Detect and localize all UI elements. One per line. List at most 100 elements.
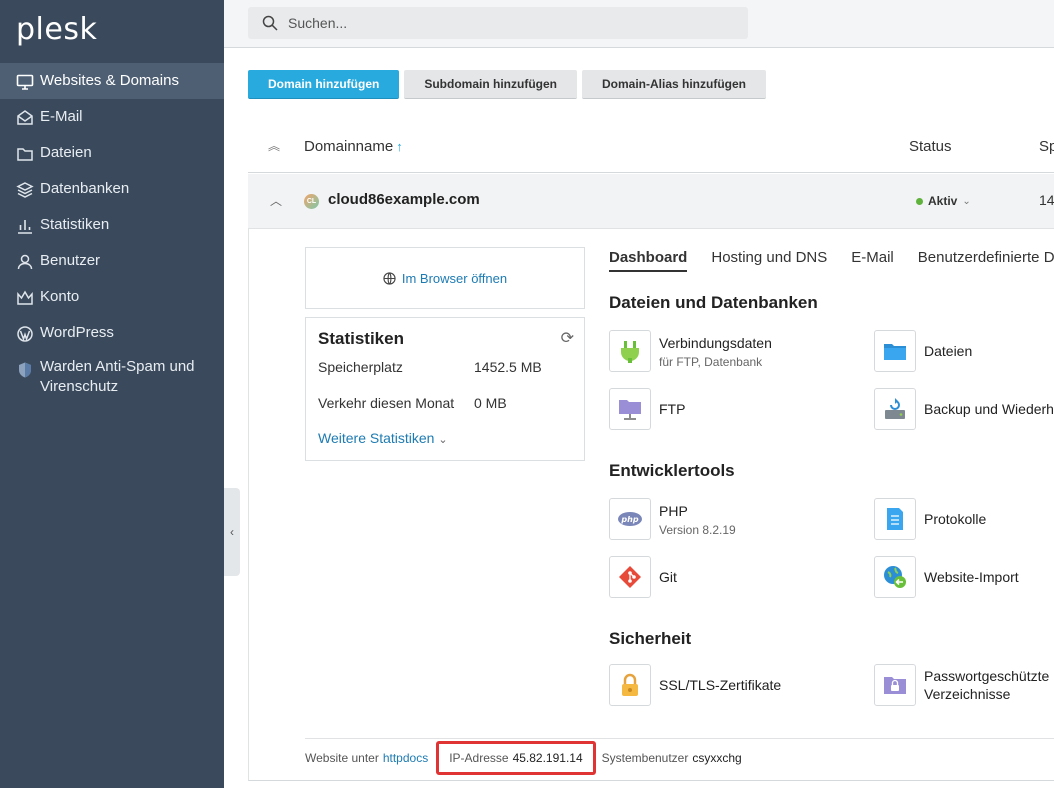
domain-info-footer: Website unter httpdocs IP-Adresse 45.82.1…: [305, 738, 1054, 776]
sidebar-item-websites-domains[interactable]: Websites & Domains: [0, 63, 224, 99]
section-security: Sicherheit: [609, 629, 692, 648]
tab-dashboard[interactable]: Dashboard: [609, 249, 688, 272]
wordpress-icon: [16, 325, 34, 343]
ip-address-highlight: IP-Adresse 45.82.191.14: [436, 740, 596, 775]
domain-status-dropdown[interactable]: Aktiv ⌄: [916, 194, 971, 208]
search-box[interactable]: [248, 7, 748, 39]
tool-website-import[interactable]: Website-Import: [874, 556, 1019, 598]
tab-hosting-dns[interactable]: Hosting und DNS: [711, 249, 827, 272]
svg-text:php: php: [620, 515, 638, 524]
git-icon: [609, 556, 651, 598]
sidebar-item-files[interactable]: Dateien: [0, 135, 224, 171]
user-icon: [16, 253, 34, 271]
domain-name[interactable]: cloud86example.com: [328, 191, 480, 208]
traffic-label: Verkehr diesen Monat: [318, 395, 455, 411]
backup-icon: [874, 388, 916, 430]
column-domain-name[interactable]: Domainname ↑: [304, 138, 403, 155]
search-input[interactable]: [288, 15, 728, 31]
chevron-down-icon: ⌄: [438, 434, 448, 446]
ip-address-label: IP-Adresse: [449, 750, 509, 765]
top-bar: [224, 0, 1054, 48]
lock-icon: [609, 664, 651, 706]
tool-password-protected-dirs[interactable]: Passwortgeschützte Verzeichnisse: [874, 664, 1049, 706]
domain-actions-toolbar: Domain hinzufügen Subdomain hinzufügen D…: [248, 70, 766, 99]
collapse-row-icon[interactable]: ︿: [270, 192, 282, 209]
plesk-logo[interactable]: plesk: [16, 12, 97, 47]
chevron-down-icon: ⌄: [962, 195, 971, 207]
refresh-icon[interactable]: ⟳: [561, 328, 574, 348]
sidebar: plesk Websites & Domains E-Mail Dateien …: [0, 0, 224, 788]
sidebar-item-warden[interactable]: Warden Anti-Spam und Virenschutz: [0, 351, 224, 399]
tab-email[interactable]: E-Mail: [851, 249, 894, 272]
add-domain-button[interactable]: Domain hinzufügen: [248, 70, 400, 99]
php-icon: php: [609, 498, 651, 540]
open-in-browser-button[interactable]: Im Browser öffnen: [305, 247, 585, 309]
tool-files[interactable]: Dateien: [874, 330, 972, 372]
chevron-left-icon: ‹: [230, 525, 234, 539]
sidebar-item-databases[interactable]: Datenbanken: [0, 171, 224, 207]
sidebar-item-label: Websites & Domains: [40, 72, 179, 89]
main-content: Domain hinzufügen Subdomain hinzufügen D…: [248, 48, 1054, 788]
statistics-title: Statistiken: [318, 329, 404, 348]
tool-ssl-certificates[interactable]: SSL/TLS-Zertifikate: [609, 664, 781, 706]
sidebar-nav: Websites & Domains E-Mail Dateien Datenb…: [0, 63, 224, 399]
domain-avatar: CL: [304, 194, 319, 209]
globe-import-icon: [874, 556, 916, 598]
domain-storage-value: 14: [1039, 192, 1054, 208]
document-icon: [874, 498, 916, 540]
sidebar-item-label: Konto: [40, 288, 80, 305]
column-storage[interactable]: Sp: [1039, 138, 1054, 155]
sidebar-item-statistics[interactable]: Statistiken: [0, 207, 224, 243]
sidebar-item-label: Dateien: [40, 144, 92, 161]
tool-backup[interactable]: Backup und Wiederh: [874, 388, 1054, 430]
section-developer-tools: Entwicklertools: [609, 461, 735, 480]
ftp-folder-icon: [609, 388, 651, 430]
sidebar-item-label: Warden Anti-Spam und Virenschutz: [40, 358, 195, 395]
globe-icon: [383, 271, 396, 285]
tab-custom[interactable]: Benutzerdefinierte Di: [918, 249, 1054, 272]
tool-logs[interactable]: Protokolle: [874, 498, 986, 540]
database-icon: [16, 181, 34, 199]
section-files-databases: Dateien und Datenbanken: [609, 293, 818, 312]
disk-space-value: 1452.5 MB: [474, 359, 542, 375]
statistics-card: Statistiken ⟳ Speicherplatz 1452.5 MB Ve…: [305, 317, 585, 461]
traffic-value: 0 MB: [474, 395, 507, 411]
sidebar-item-wordpress[interactable]: WordPress: [0, 315, 224, 351]
disk-space-label: Speicherplatz: [318, 359, 403, 375]
bar-chart-icon: [16, 217, 34, 235]
locked-folder-icon: [874, 664, 916, 706]
status-active-dot: [916, 197, 923, 205]
sidebar-item-label: Benutzer: [40, 252, 101, 269]
add-domain-alias-button[interactable]: Domain-Alias hinzufügen: [581, 70, 766, 99]
plug-icon: [609, 330, 651, 372]
website-location-label: Website unter: [305, 750, 379, 765]
system-user-label: Systembenutzer: [601, 750, 689, 765]
sidebar-item-email[interactable]: E-Mail: [0, 99, 224, 135]
add-subdomain-button[interactable]: Subdomain hinzufügen: [404, 70, 577, 99]
sidebar-item-account[interactable]: Konto: [0, 279, 224, 315]
domain-detail-panel: Im Browser öffnen Statistiken ⟳ Speicher…: [248, 229, 1054, 781]
domain-tabs: Dashboard Hosting und DNS E-Mail Benutze…: [609, 249, 1054, 272]
system-user-value: csyxxchg: [692, 750, 742, 765]
tool-ftp[interactable]: FTP: [609, 388, 685, 430]
sidebar-item-users[interactable]: Benutzer: [0, 243, 224, 279]
tool-connection-info[interactable]: Verbindungsdaten für FTP, Datenbank: [609, 330, 772, 372]
column-status[interactable]: Status: [909, 138, 952, 155]
crown-icon: [16, 289, 34, 307]
sidebar-item-label: WordPress: [40, 324, 114, 341]
domain-row[interactable]: ︿ CL cloud86example.com Aktiv ⌄ 14: [248, 174, 1054, 229]
tool-git[interactable]: Git: [609, 556, 677, 598]
httpdocs-link[interactable]: httpdocs: [383, 751, 428, 765]
tool-php[interactable]: php PHP Version 8.2.19: [609, 498, 736, 540]
sidebar-item-label: Statistiken: [40, 216, 110, 233]
folder-icon: [874, 330, 916, 372]
monitor-icon: [16, 73, 34, 91]
sidebar-collapse-handle[interactable]: ‹: [224, 488, 240, 576]
sidebar-item-label: E-Mail: [40, 108, 83, 125]
envelope-icon: [16, 109, 34, 127]
expand-all-icon[interactable]: ︽: [268, 137, 280, 154]
domains-table-header: ︽ Domainname ↑ Status Sp: [248, 121, 1054, 173]
more-statistics-link[interactable]: Weitere Statistiken ⌄: [318, 430, 448, 446]
folder-icon: [16, 145, 34, 163]
shield-icon: [16, 361, 34, 379]
